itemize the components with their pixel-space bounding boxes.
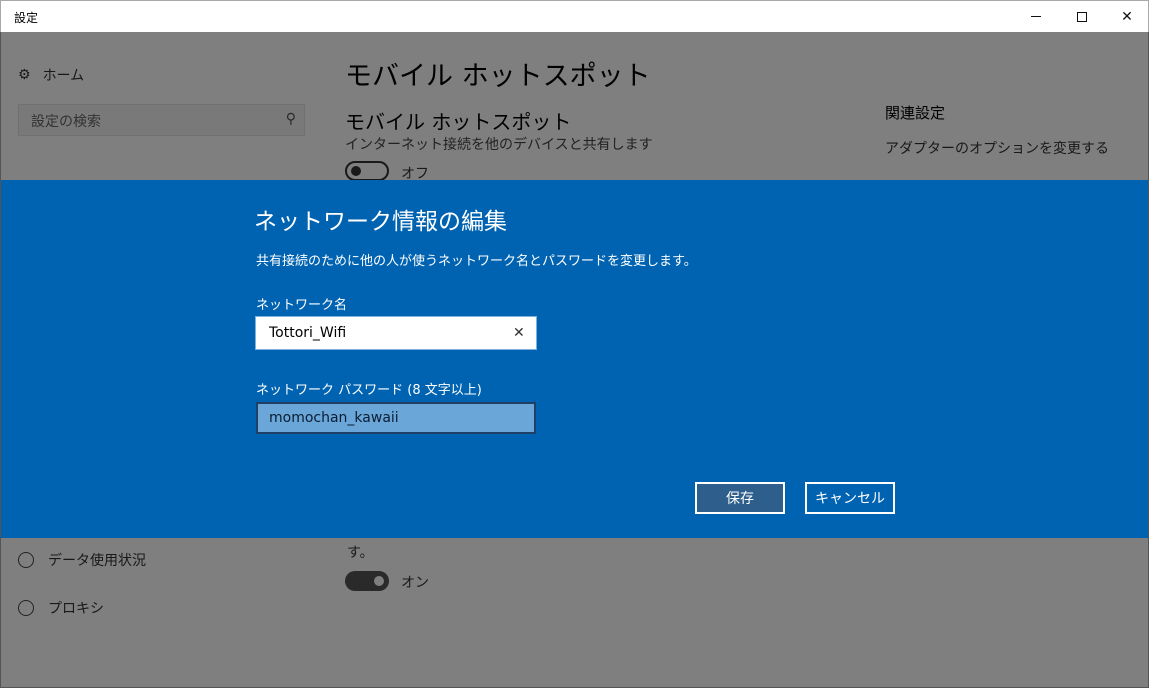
network-name-label: ネットワーク名 — [256, 298, 348, 313]
network-name-field[interactable] — [255, 316, 537, 350]
maximize-button[interactable] — [1059, 1, 1105, 32]
clear-icon[interactable]: ✕ — [513, 325, 525, 341]
minimize-button[interactable] — [1013, 1, 1059, 32]
cancel-button[interactable]: キャンセル — [805, 482, 895, 514]
maximize-icon — [1077, 11, 1087, 22]
edit-network-dialog: ネットワーク情報の編集 共有接続のために他の人が使うネットワーク名とパスワードを… — [1, 180, 1148, 538]
dialog-title: ネットワーク情報の編集 — [254, 209, 507, 235]
save-button[interactable]: 保存 — [695, 482, 785, 514]
close-button[interactable]: ✕ — [1104, 1, 1149, 32]
network-password-label: ネットワーク パスワード (8 文字以上) — [256, 383, 482, 398]
network-password-field[interactable] — [256, 402, 536, 434]
minimize-icon — [1031, 16, 1041, 17]
dialog-description: 共有接続のために他の人が使うネットワーク名とパスワードを変更します。 — [256, 254, 697, 269]
window-title: 設定 — [14, 11, 39, 25]
title-bar: 設定 ✕ — [0, 0, 1149, 32]
close-icon: ✕ — [1121, 8, 1133, 25]
